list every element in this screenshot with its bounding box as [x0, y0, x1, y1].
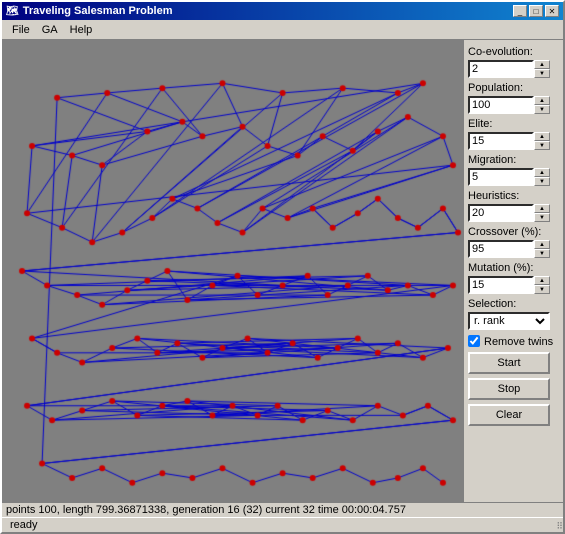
menu-bar: File GA Help [2, 20, 563, 40]
selection-label: Selection: [468, 298, 559, 310]
population-label: Population: [468, 82, 559, 94]
status-main-text: points 100, length 799.36871338, generat… [6, 504, 559, 516]
elite-spinner-btns: ▲ ▼ [534, 132, 550, 150]
remove-twins-label: Remove twins [484, 336, 553, 348]
heuristics-up[interactable]: ▲ [534, 204, 550, 213]
start-button[interactable]: Start [468, 352, 550, 374]
heuristics-down[interactable]: ▼ [534, 213, 550, 222]
title-bar-controls: _ □ ✕ [513, 5, 559, 17]
mutation-down[interactable]: ▼ [534, 285, 550, 294]
migration-up[interactable]: ▲ [534, 168, 550, 177]
migration-spinner: ▲ ▼ [468, 168, 559, 186]
right-panel: Co-evolution: ▲ ▼ Population: ▲ ▼ Elite: [463, 40, 563, 502]
stop-button[interactable]: Stop [468, 378, 550, 400]
heuristics-spinner-btns: ▲ ▼ [534, 204, 550, 222]
crossover-spinner: ▲ ▼ [468, 240, 559, 258]
population-down[interactable]: ▼ [534, 105, 550, 114]
crossover-spinner-btns: ▲ ▼ [534, 240, 550, 258]
population-spinner-btns: ▲ ▼ [534, 96, 550, 114]
remove-twins-checkbox[interactable] [468, 335, 480, 347]
migration-down[interactable]: ▼ [534, 177, 550, 186]
migration-label: Migration: [468, 154, 559, 166]
crossover-label: Crossover (%): [468, 226, 559, 238]
ready-bar: ready ⠿ [2, 517, 563, 532]
co-evolution-down[interactable]: ▼ [534, 69, 550, 78]
elite-spinner: ▲ ▼ [468, 132, 559, 150]
selection-row: r. rank tournament roulette [468, 312, 559, 330]
crossover-up[interactable]: ▲ [534, 240, 550, 249]
elite-up[interactable]: ▲ [534, 132, 550, 141]
resize-grip[interactable]: ⠿ [551, 520, 563, 532]
mutation-label: Mutation (%): [468, 262, 559, 274]
co-evolution-up[interactable]: ▲ [534, 60, 550, 69]
co-evolution-spinner-btns: ▲ ▼ [534, 60, 550, 78]
population-up[interactable]: ▲ [534, 96, 550, 105]
heuristics-label: Heuristics: [468, 190, 559, 202]
menu-ga[interactable]: GA [36, 22, 64, 38]
crossover-down[interactable]: ▼ [534, 249, 550, 258]
co-evolution-spinner: ▲ ▼ [468, 60, 559, 78]
canvas-area[interactable] [2, 40, 463, 502]
mutation-spinner-btns: ▲ ▼ [534, 276, 550, 294]
heuristics-input[interactable] [468, 204, 534, 222]
selection-select[interactable]: r. rank tournament roulette [468, 312, 550, 330]
status-ready-text: ready [6, 518, 42, 532]
mutation-spinner: ▲ ▼ [468, 276, 559, 294]
mutation-input[interactable] [468, 276, 534, 294]
co-evolution-label: Co-evolution: [468, 46, 559, 58]
heuristics-spinner: ▲ ▼ [468, 204, 559, 222]
migration-input[interactable] [468, 168, 534, 186]
elite-down[interactable]: ▼ [534, 141, 550, 150]
title-bar-text: 🗺 Traveling Salesman Problem [6, 5, 173, 17]
main-content: Co-evolution: ▲ ▼ Population: ▲ ▼ Elite: [2, 40, 563, 502]
main-window: 🗺 Traveling Salesman Problem _ □ ✕ File … [0, 0, 565, 534]
title-bar: 🗺 Traveling Salesman Problem _ □ ✕ [2, 2, 563, 20]
mutation-up[interactable]: ▲ [534, 276, 550, 285]
maximize-button[interactable]: □ [529, 5, 543, 17]
window-title: Traveling Salesman Problem [23, 5, 173, 17]
close-button[interactable]: ✕ [545, 5, 559, 17]
tsp-canvas[interactable] [2, 40, 463, 502]
remove-twins-row: Remove twins [468, 334, 559, 348]
elite-label: Elite: [468, 118, 559, 130]
crossover-input[interactable] [468, 240, 534, 258]
co-evolution-input[interactable] [468, 60, 534, 78]
menu-file[interactable]: File [6, 22, 36, 38]
elite-input[interactable] [468, 132, 534, 150]
status-bar: points 100, length 799.36871338, generat… [2, 502, 563, 517]
population-spinner: ▲ ▼ [468, 96, 559, 114]
minimize-button[interactable]: _ [513, 5, 527, 17]
menu-help[interactable]: Help [64, 22, 99, 38]
migration-spinner-btns: ▲ ▼ [534, 168, 550, 186]
population-input[interactable] [468, 96, 534, 114]
clear-button[interactable]: Clear [468, 404, 550, 426]
window-icon: 🗺 [6, 6, 19, 17]
